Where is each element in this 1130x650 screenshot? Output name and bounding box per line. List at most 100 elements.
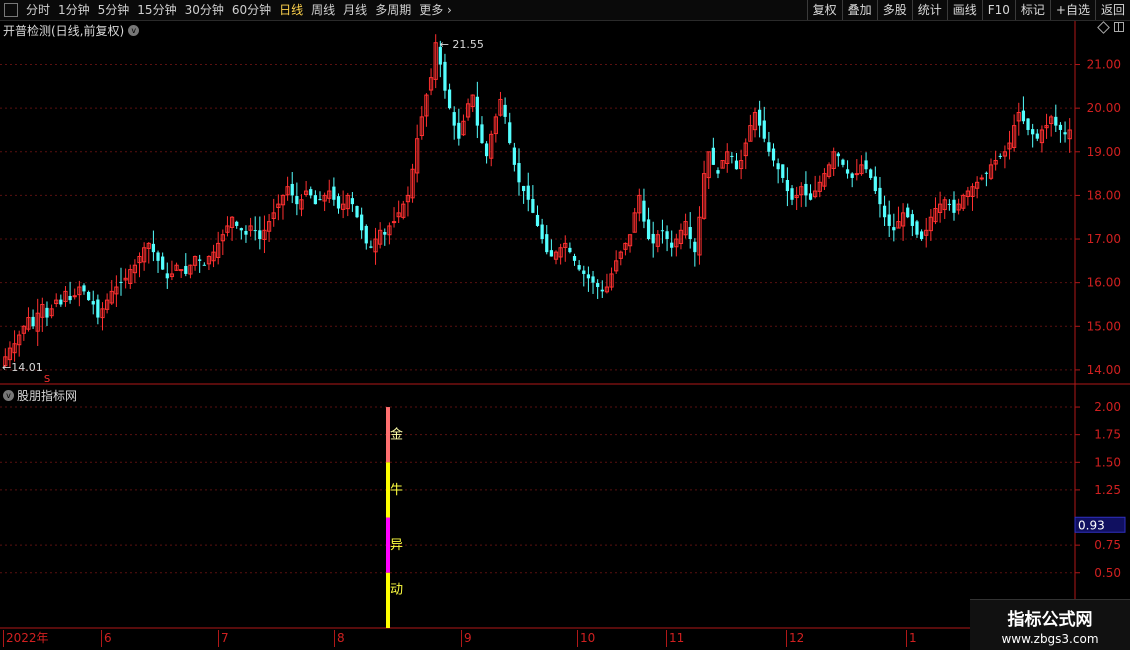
timeframe-tab-7[interactable]: 周线	[307, 0, 339, 20]
indicator-tick-label: 0.50	[1094, 566, 1121, 580]
price-chart[interactable]: 21.00 20.00 19.00 18.00 17.00 16.00 15.00 14.00…	[0, 0, 1130, 650]
candle-body-up	[174, 264, 179, 271]
layout-toggle-icon[interactable]	[4, 3, 18, 17]
price-tick-label: 17.00	[1087, 232, 1121, 246]
candle-body-up	[262, 229, 267, 240]
timeframe-tab-8[interactable]: 月线	[339, 0, 371, 20]
candle-body-down	[184, 265, 188, 274]
tool-button-6[interactable]: 标记	[1014, 0, 1050, 20]
timeframe-tab-5[interactable]: 60分钟	[228, 0, 275, 20]
candle-body-down	[531, 199, 535, 213]
main-panel-title[interactable]: 开普检测(日线,前复权) v	[3, 22, 140, 39]
date-label-5: 10	[577, 630, 595, 647]
candle-body-up	[854, 173, 859, 176]
candle-body-down	[332, 186, 336, 200]
panel-corner-icons	[1097, 20, 1124, 34]
tool-button-8[interactable]: 返回	[1094, 0, 1130, 20]
candle-body-up	[1067, 129, 1072, 140]
candle-body-down	[734, 160, 739, 170]
tool-button-2[interactable]: 多股	[876, 0, 912, 20]
candle-body-down	[82, 285, 86, 292]
candle-body-down	[119, 281, 123, 283]
candle-body-down	[313, 195, 317, 205]
indicator-title: 股朋指标网	[17, 389, 78, 403]
candle-body-up	[993, 160, 998, 165]
date-label-6: 11	[666, 630, 684, 647]
panel-layout-icon[interactable]	[1114, 22, 1124, 32]
candle-body-up	[928, 216, 933, 232]
candle-body-down	[688, 226, 692, 240]
candle-body-down	[202, 264, 206, 266]
candle-body-down	[1058, 124, 1063, 130]
candle-body-up	[109, 290, 114, 304]
timeframe-tab-0[interactable]: 分时	[22, 0, 54, 20]
signal-char-2: 异	[390, 538, 403, 553]
candle-body-up	[123, 277, 128, 281]
timeframe-tab-1[interactable]: 1分钟	[54, 0, 94, 20]
current-value-box	[1074, 516, 1126, 533]
timeframe-tabs: 分时 1分钟 5分钟 15分钟 30分钟 60分钟 日线 周线 月线 多周期 更多 ›	[22, 0, 456, 20]
candle-body-up	[1039, 129, 1045, 144]
tool-button-5[interactable]: F10	[981, 0, 1015, 20]
candle-body-up	[391, 221, 397, 224]
indicator-panel-title[interactable]: v 股朋指标网	[3, 387, 77, 404]
candle-body-up	[655, 234, 660, 247]
candle-body-up	[489, 133, 494, 159]
candle-body-down	[591, 276, 595, 283]
candle-body-down	[91, 301, 95, 305]
candle-body-up	[674, 238, 679, 248]
candle-body-up	[465, 103, 471, 118]
candle-body-up	[285, 186, 290, 196]
watermark-url: www.zbgs3.com	[1001, 632, 1099, 646]
timeframe-tab-6[interactable]: 日线	[275, 0, 307, 20]
candle-body-down	[508, 122, 512, 144]
chevron-down-icon[interactable]: v	[128, 25, 140, 36]
tool-button-7[interactable]: +自选	[1049, 0, 1095, 20]
timeframe-tab-9[interactable]: 多周期	[371, 0, 415, 20]
tool-button-0[interactable]: 复权	[806, 0, 842, 20]
bottom-yellow-segment	[386, 572, 390, 628]
candle-body-up	[303, 190, 309, 195]
candle-body-down	[253, 230, 257, 232]
tool-button-1[interactable]: 叠加	[841, 0, 877, 20]
candle-body-up	[299, 199, 304, 210]
candle-body-down	[540, 224, 544, 240]
candle-body-down	[878, 187, 882, 205]
timeframe-tab-3[interactable]: 15分钟	[133, 0, 180, 20]
candle-body-up	[211, 251, 216, 262]
tool-button-4[interactable]: 画线	[946, 0, 982, 20]
indicator-tick-label: 1.75	[1094, 428, 1121, 442]
candle-body-up	[752, 112, 758, 131]
candle-body-down	[364, 225, 368, 244]
signal-char-1: 牛	[390, 483, 403, 498]
candle-body-up	[327, 190, 332, 199]
timeframe-tab-4[interactable]: 30分钟	[181, 0, 228, 20]
chevron-down-icon[interactable]: v	[3, 390, 14, 401]
candle-body-up	[1007, 142, 1012, 150]
candle-body-up	[933, 208, 938, 223]
price-tick-label: 16.00	[1087, 276, 1121, 290]
candle-body-down	[503, 104, 507, 117]
candle-body-up	[493, 116, 498, 135]
candle-body-up	[1002, 151, 1008, 157]
candle-body-down	[781, 164, 785, 178]
candle-body-up	[387, 225, 392, 236]
date-label-2: 7	[218, 630, 229, 647]
candle-body-down	[156, 252, 160, 261]
candle-body-up	[937, 203, 943, 213]
candle-body-up	[410, 168, 415, 199]
timeframe-tab-2[interactable]: 5分钟	[94, 0, 134, 20]
candle-body-down	[730, 155, 734, 157]
candle-body-down	[244, 230, 248, 235]
candle-body-up	[826, 164, 832, 177]
signal-char-3: 动	[390, 582, 403, 597]
price-tick-label: 18.00	[1087, 188, 1121, 202]
candle-body-up	[697, 216, 702, 256]
low-price-label: ←14.01	[2, 361, 43, 374]
candle-body-down	[915, 221, 919, 235]
tool-button-3[interactable]: 统计	[911, 0, 947, 20]
candle-body-down	[165, 273, 169, 279]
candle-body-up	[706, 151, 711, 179]
timeframe-tab-10[interactable]: 更多 ›	[415, 0, 456, 20]
diamond-icon[interactable]	[1097, 20, 1110, 34]
